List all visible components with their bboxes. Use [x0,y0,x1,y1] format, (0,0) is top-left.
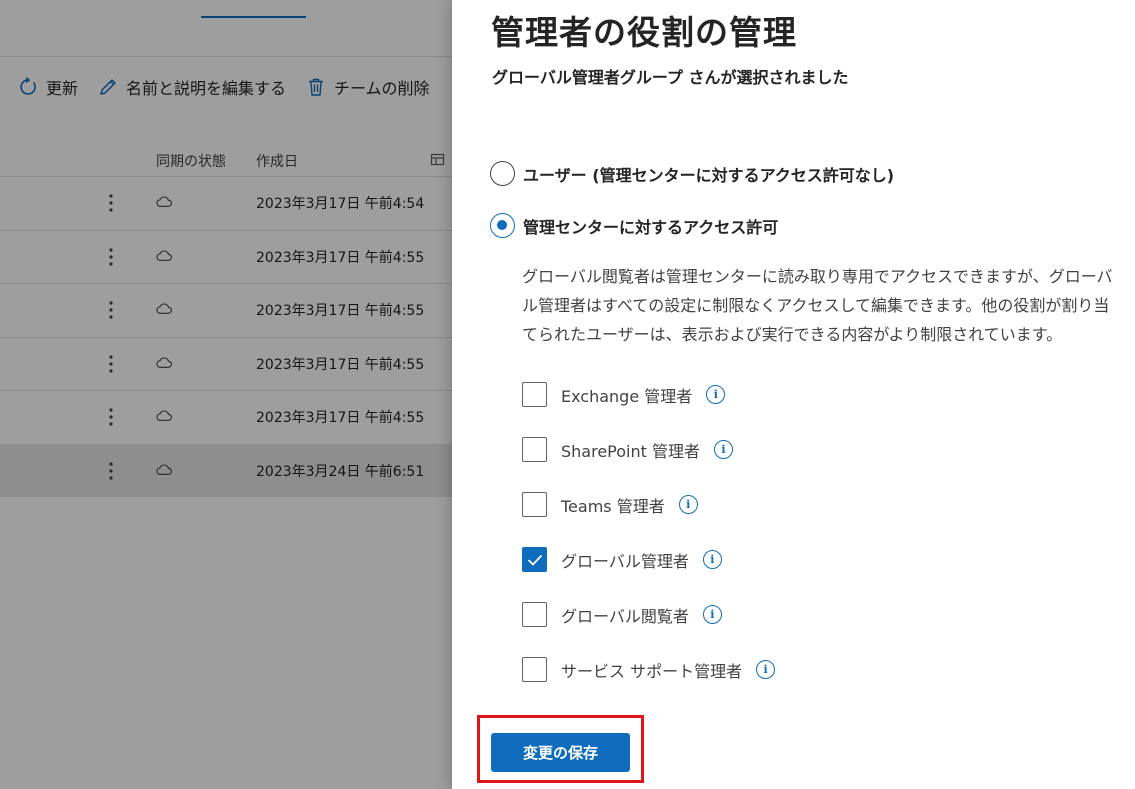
info-icon[interactable]: i [756,660,776,679]
info-icon[interactable]: i [702,550,722,569]
info-icon[interactable]: i [678,495,698,514]
role-service-support-admin[interactable]: サービス サポート管理者 i [522,657,776,682]
checkbox[interactable] [522,382,547,407]
panel-subtitle: グローバル管理者グループ さんが選択されました [492,68,849,87]
role-label: Exchange 管理者 [561,386,693,406]
checkbox[interactable] [522,657,547,682]
role-label: グローバル管理者 [561,551,689,571]
role-exchange-admin[interactable]: Exchange 管理者 i [522,382,726,407]
radio-circle-checked[interactable] [490,213,515,238]
panel-title: 管理者の役割の管理 [491,13,797,52]
info-icon[interactable]: i [702,605,722,624]
role-sharepoint-admin[interactable]: SharePoint 管理者 i [522,437,733,462]
checkbox[interactable] [522,492,547,517]
save-changes-button[interactable]: 変更の保存 [491,733,630,772]
access-description: グローバル閲覧者は管理センターに読み取り専用でアクセスできますが、グローバル管理… [522,267,1113,344]
manage-admin-roles-panel: 管理者の役割の管理 グローバル管理者グループ さんが選択されました ユーザー (… [452,0,1135,789]
radio-admin-center-access[interactable]: 管理センターに対するアクセス許可 [490,213,778,238]
checkmark-icon [527,554,542,566]
role-label: サービス サポート管理者 [561,661,743,681]
role-global-reader[interactable]: グローバル閲覧者 i [522,602,722,627]
role-global-admin[interactable]: グローバル管理者 i [522,547,722,572]
radio-access-label: 管理センターに対するアクセス許可 [523,217,779,237]
checkbox[interactable] [522,437,547,462]
info-icon[interactable]: i [714,440,733,459]
role-label: グローバル閲覧者 [561,606,689,626]
role-teams-admin[interactable]: Teams 管理者 i [522,492,698,517]
checkbox-checked[interactable] [522,547,547,572]
radio-user-no-access[interactable]: ユーザー (管理センターに対するアクセス許可なし) [490,161,894,186]
radio-user-label: ユーザー (管理センターに対するアクセス許可なし) [523,165,895,185]
radio-circle[interactable] [490,161,515,186]
role-label: Teams 管理者 [561,496,665,516]
role-label: SharePoint 管理者 [561,441,700,461]
info-icon[interactable]: i [706,385,726,404]
checkbox[interactable] [522,602,547,627]
